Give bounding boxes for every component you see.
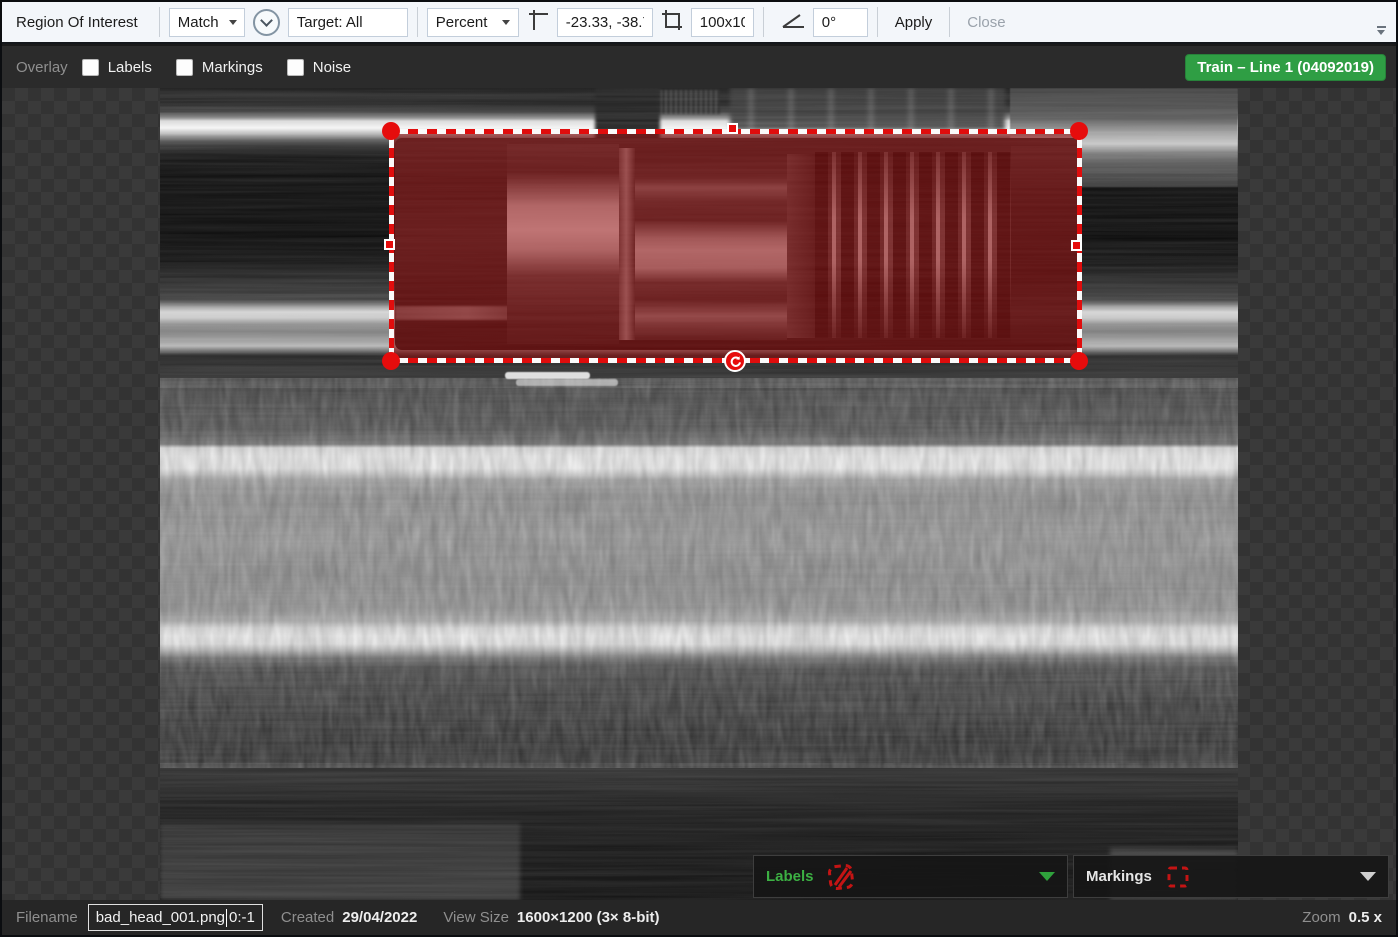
overflow-bar-icon (1377, 26, 1386, 28)
separator (159, 7, 160, 37)
expand-options-button[interactable] (253, 9, 280, 36)
chevron-down-icon[interactable] (1039, 872, 1055, 881)
markings-checkbox[interactable] (176, 59, 193, 76)
filename-field[interactable]: bad_head_001.png 0:-1 (88, 904, 263, 931)
rotate-icon (729, 355, 742, 368)
separator (763, 7, 764, 37)
units-dropdown-label: Percent (436, 14, 488, 31)
dashed-region-icon (1164, 863, 1192, 891)
separator (417, 7, 418, 37)
zoom-label: Zoom (1302, 909, 1340, 926)
position-input[interactable] (557, 8, 653, 37)
text-caret (226, 909, 227, 927)
app-window: Region Of Interest Match Percent Apply (0, 0, 1398, 937)
noise-checkbox-label: Noise (313, 59, 351, 76)
image-viewport: Labels Markings (2, 88, 1396, 900)
markings-checkbox-label: Markings (202, 59, 263, 76)
overlay-bar: Overlay Labels Markings Noise Train – Li… (2, 46, 1396, 88)
size-input[interactable] (691, 8, 754, 37)
view-size-value: 1600×1200 (3× 8-bit) (517, 909, 660, 926)
view-size-label: View Size (443, 909, 509, 926)
labels-dropdown-title: Labels (766, 868, 814, 885)
created-value: 29/04/2022 (342, 909, 417, 926)
created-label: Created (281, 909, 334, 926)
roi-handle-mid-left[interactable] (384, 239, 395, 250)
roi-toolbar: Region Of Interest Match Percent Apply (2, 2, 1396, 44)
position-icon (525, 7, 551, 38)
close-button[interactable]: Close (959, 10, 1013, 35)
angle-icon (779, 7, 807, 38)
chevron-down-icon (1377, 30, 1385, 35)
labels-checkbox-label: Labels (108, 59, 152, 76)
filename-value: bad_head_001.png (96, 909, 225, 926)
units-dropdown[interactable]: Percent (427, 8, 519, 37)
roi-handle-top-center[interactable] (727, 123, 738, 134)
labels-dropdown[interactable]: Labels (753, 855, 1068, 898)
train-mode-badge: Train – Line 1 (04092019) (1185, 54, 1386, 81)
markings-dropdown-title: Markings (1086, 868, 1152, 885)
size-icon (659, 7, 685, 38)
markings-dropdown[interactable]: Markings (1073, 855, 1389, 898)
match-dropdown-label: Match (178, 14, 219, 31)
zoom-value: 0.5 x (1349, 909, 1382, 926)
roi-handle-top-right[interactable] (1070, 122, 1088, 140)
roi-handle-bottom-right[interactable] (1070, 352, 1088, 370)
target-input[interactable] (288, 8, 408, 37)
noise-checkbox[interactable] (287, 59, 304, 76)
status-bar: Filename bad_head_001.png 0:-1 Created 2… (2, 900, 1396, 935)
chevron-down-icon (502, 20, 510, 25)
angle-input[interactable] (813, 8, 868, 37)
slashed-dashed-region-icon (826, 862, 858, 892)
separator (877, 7, 878, 37)
roi-handle-top-left[interactable] (382, 122, 400, 140)
filename-suffix: 0:-1 (229, 909, 255, 926)
roi-rotate-handle[interactable] (724, 350, 746, 372)
roi-handle-mid-right[interactable] (1071, 240, 1082, 251)
separator (949, 7, 950, 37)
roi-handle-bottom-left[interactable] (382, 352, 400, 370)
toolbar-title: Region Of Interest (16, 14, 138, 31)
chevron-down-icon (229, 20, 237, 25)
chevron-down-icon (260, 14, 273, 27)
apply-button[interactable]: Apply (887, 10, 941, 35)
labels-checkbox[interactable] (82, 59, 99, 76)
roi-region[interactable] (391, 131, 1079, 361)
overlay-label: Overlay (16, 59, 68, 76)
filename-label: Filename (16, 909, 78, 926)
chevron-down-icon[interactable] (1360, 872, 1376, 881)
toolbar-overflow-button[interactable] (1374, 26, 1388, 38)
match-dropdown[interactable]: Match (169, 8, 245, 37)
camera-image[interactable] (160, 88, 1238, 900)
